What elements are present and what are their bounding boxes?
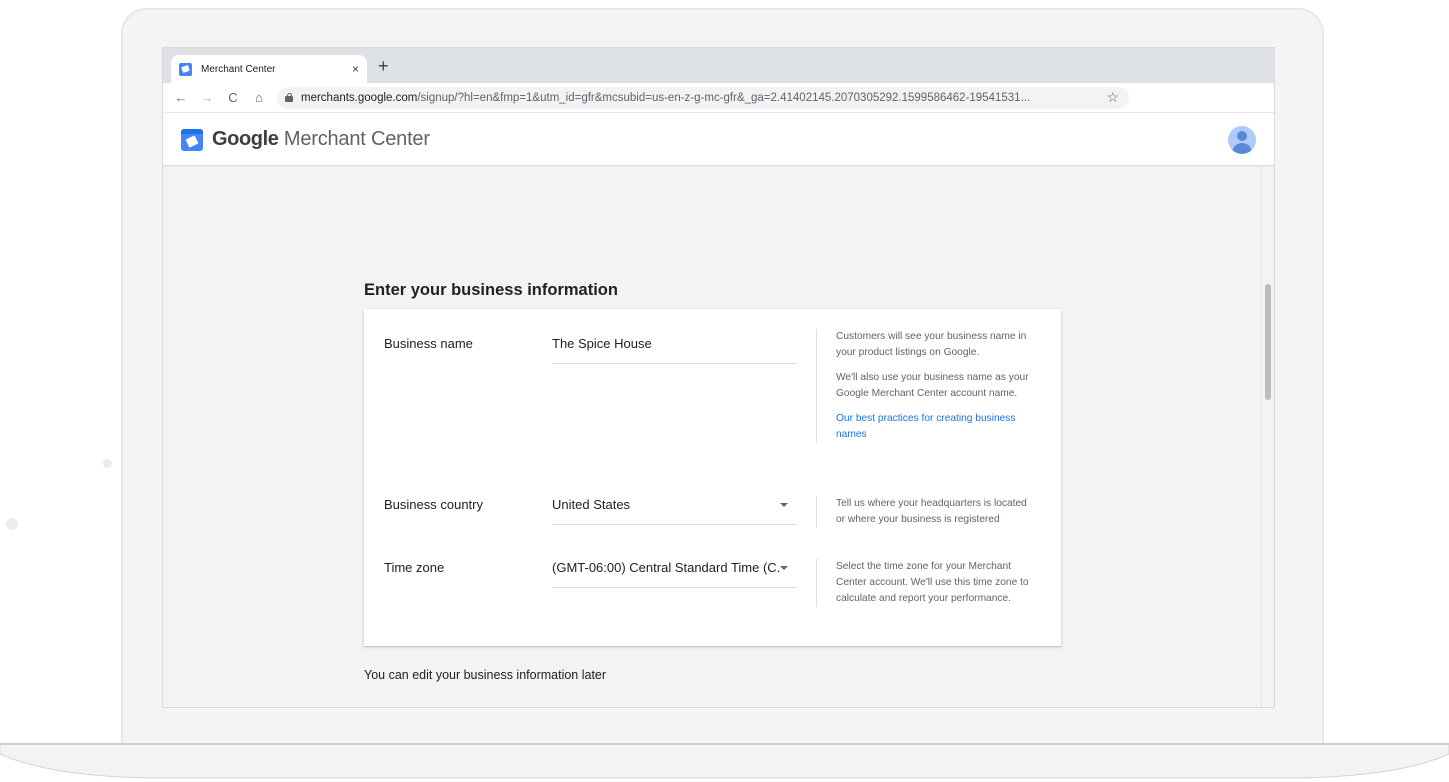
business-country-help: Tell us where your headquarters is locat… [816, 496, 1036, 528]
app-header: Google Merchant Center [163, 114, 1274, 166]
main-content: Enter your business information Business… [163, 167, 1263, 707]
business-info-card: Business name The Spice House Customers … [364, 309, 1061, 646]
scrollbar-thumb[interactable] [1265, 284, 1271, 400]
time-zone-label: Time zone [384, 560, 445, 575]
decorative-dot [6, 518, 18, 530]
browser-toolbar: ← → C ⌂ merchants.google.com/signup/?hl=… [163, 83, 1274, 113]
bookmark-star-icon[interactable]: ☆ [1106, 89, 1119, 106]
brand-product: Merchant Center [278, 128, 430, 150]
page-title: Enter your business information [364, 281, 618, 299]
home-icon[interactable]: ⌂ [247, 86, 271, 110]
chevron-down-icon [780, 503, 788, 507]
reload-icon[interactable]: C [221, 86, 245, 110]
close-tab-icon[interactable]: × [352, 62, 359, 76]
time-zone-help-text: Select the time zone for your Merchant C… [836, 561, 1029, 604]
best-practices-link[interactable]: Our best practices for creating business… [836, 413, 1016, 440]
merchant-center-favicon-icon [179, 62, 192, 76]
lock-icon [285, 93, 293, 102]
business-country-help-text: Tell us where your headquarters is locat… [836, 498, 1027, 525]
business-name-help-1: Customers will see your business name in… [836, 331, 1027, 358]
address-bar[interactable]: merchants.google.com/signup/?hl=en&fmp=1… [277, 86, 1129, 109]
new-tab-icon[interactable]: + [378, 56, 389, 76]
decorative-dot [103, 459, 112, 468]
url-path: /signup/?hl=en&fmp=1&utm_id=gfr&mcsubid=… [417, 91, 1031, 104]
tab-title: Merchant Center [201, 63, 276, 75]
chevron-down-icon [780, 566, 788, 570]
time-zone-select[interactable]: (GMT-06:00) Central Standard Time (C... [552, 560, 796, 588]
back-icon[interactable]: ← [169, 86, 193, 110]
browser-tab[interactable]: Merchant Center × [171, 55, 367, 83]
business-country-value: United States [552, 497, 631, 512]
account-avatar[interactable] [1228, 126, 1256, 154]
tab-strip: Merchant Center × + [163, 48, 1274, 83]
business-country-select[interactable]: United States [552, 497, 796, 525]
business-country-label: Business country [384, 497, 483, 512]
app-title: Google Merchant Center [212, 128, 430, 151]
laptop-base [0, 740, 1449, 780]
business-name-label: Business name [384, 336, 473, 351]
business-name-value: The Spice House [552, 336, 652, 351]
merchant-center-logo-icon [181, 128, 203, 151]
scrollbar[interactable] [1261, 167, 1274, 707]
browser-window: Merchant Center × + ← → C ⌂ merchants.go… [162, 47, 1275, 708]
time-zone-value: (GMT-06:00) Central Standard Time (C... [552, 560, 780, 575]
forward-icon[interactable]: → [195, 86, 219, 110]
business-name-help: Customers will see your business name in… [816, 329, 1036, 443]
time-zone-help: Select the time zone for your Merchant C… [816, 559, 1036, 607]
business-name-help-2: We'll also use your business name as you… [836, 372, 1029, 399]
brand-google: Google [212, 128, 279, 150]
url-host: merchants.google.com [301, 91, 418, 104]
business-name-input[interactable]: The Spice House [552, 336, 796, 364]
edit-later-note: You can edit your business information l… [364, 668, 607, 682]
